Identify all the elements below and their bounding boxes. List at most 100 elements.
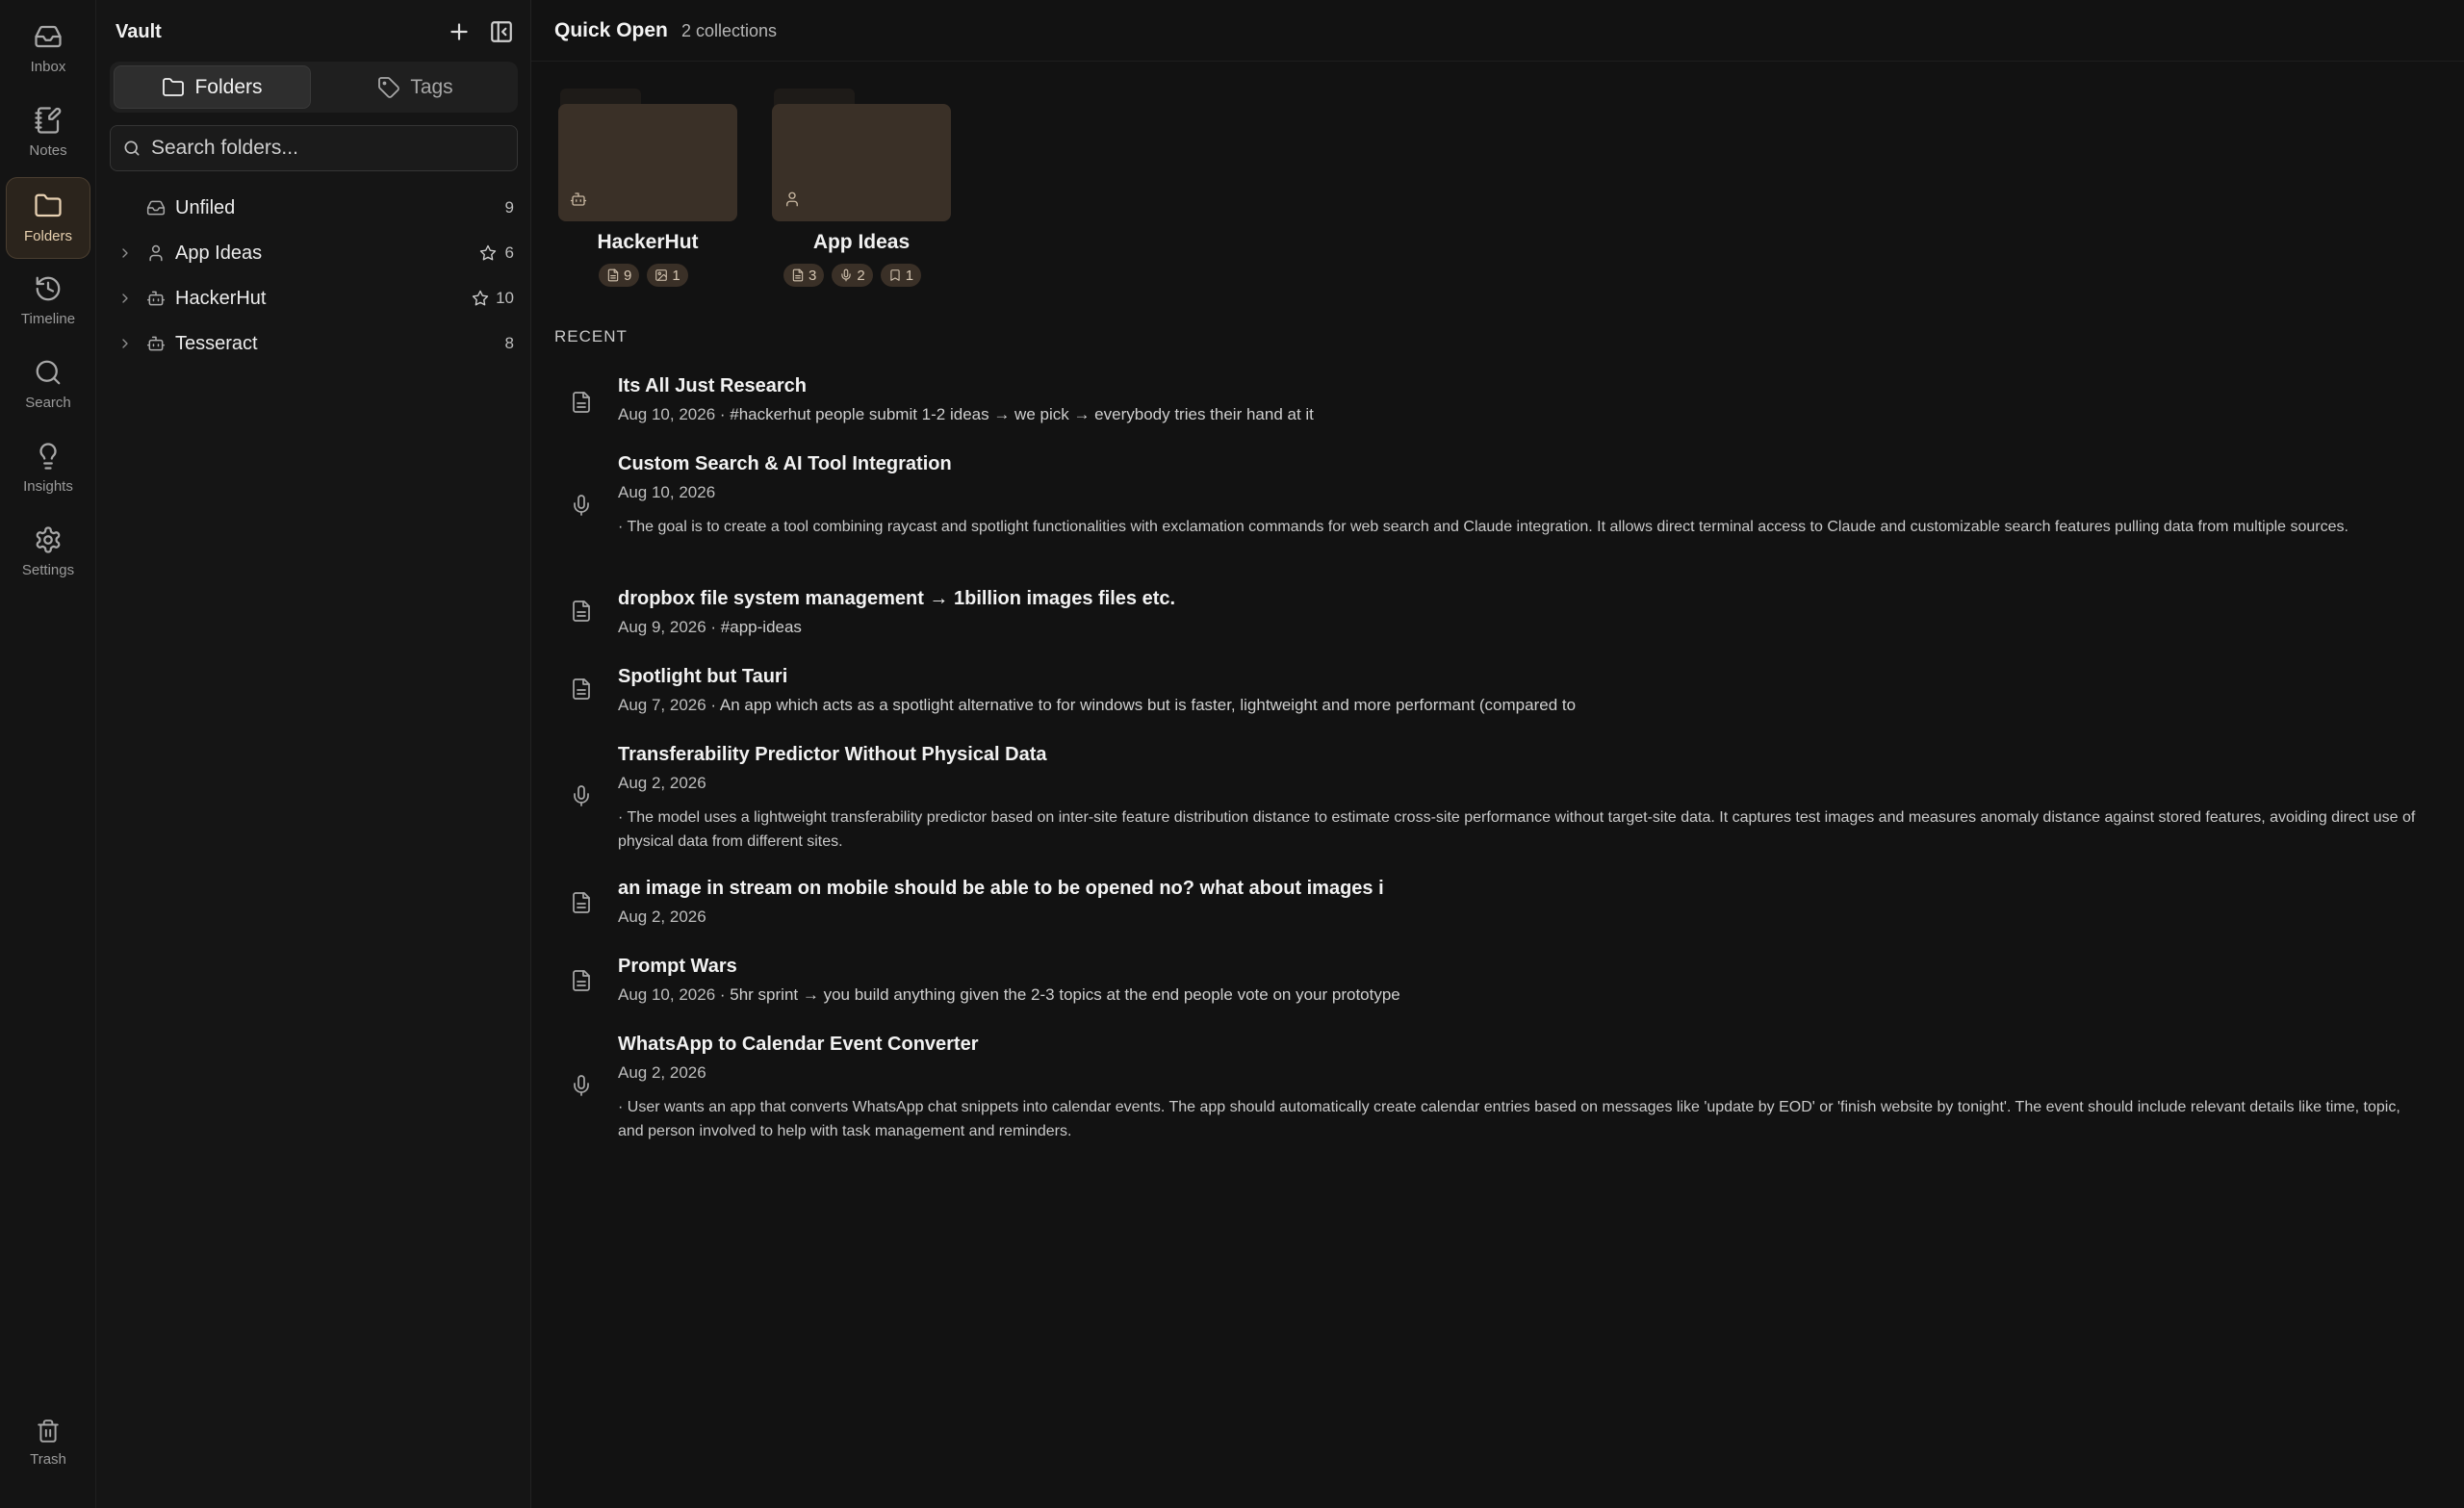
- user-icon: [146, 243, 166, 263]
- tree-item-hackerhut[interactable]: HackerHut 10: [110, 279, 518, 318]
- document-icon: [606, 268, 620, 282]
- image-count-badge: 1: [647, 264, 688, 287]
- tree-item-label: App Ideas: [175, 242, 263, 264]
- search-icon: [34, 358, 63, 387]
- tree-item-tesseract[interactable]: Tesseract 8: [110, 324, 518, 363]
- recent-item-date: Aug 10, 2026: [618, 405, 716, 423]
- document-icon: [570, 677, 593, 701]
- bot-icon: [146, 334, 166, 353]
- rail-item-notes[interactable]: Notes: [6, 91, 90, 173]
- rail-item-search[interactable]: Search: [6, 344, 90, 425]
- tab-label: Tags: [410, 75, 453, 98]
- recent-section-label: RECENT: [554, 327, 628, 345]
- main-header: Quick Open 2 collections: [531, 0, 2464, 62]
- lightbulb-icon: [34, 442, 63, 471]
- rail-item-trash[interactable]: Trash: [6, 1419, 90, 1486]
- recent-item[interactable]: WhatsApp to Calendar Event Converter Aug…: [531, 1034, 2464, 1145]
- tree-item-count: 9: [504, 198, 514, 217]
- rail-label: Insights: [23, 478, 73, 495]
- collection-count: 2 collections: [681, 21, 778, 40]
- history-icon: [34, 274, 63, 303]
- recent-item[interactable]: Custom Search & AI Tool Integration Aug …: [531, 453, 2464, 565]
- tree-item-unfiled[interactable]: Unfiled 9: [110, 189, 518, 227]
- recent-item[interactable]: dropbox file system management → 1billio…: [531, 588, 2464, 646]
- image-icon: [654, 268, 668, 282]
- rail-item-timeline[interactable]: Timeline: [6, 260, 90, 342]
- rail-item-insights[interactable]: Insights: [6, 427, 90, 509]
- document-count-badge: 3: [783, 264, 825, 287]
- chevron-right-icon[interactable]: [117, 245, 133, 261]
- collection-name: App Ideas: [812, 231, 911, 253]
- recent-item-snippet: · #hackerhut people submit 1-2 ideas → w…: [715, 405, 1314, 423]
- recent-item-summary: · The model uses a lightweight transfera…: [618, 809, 2416, 850]
- document-icon: [791, 268, 805, 282]
- recent-item-snippet: · An app which acts as a spotlight alter…: [706, 696, 1577, 714]
- document-icon: [570, 969, 593, 992]
- recent-item[interactable]: an image in stream on mobile should be a…: [531, 878, 2464, 935]
- gear-icon: [34, 525, 63, 554]
- rail-item-folders[interactable]: Folders: [6, 177, 90, 259]
- document-icon: [570, 891, 593, 914]
- folder-icon: [162, 76, 185, 99]
- rail-label: Inbox: [30, 59, 66, 75]
- recent-item-meta: Aug 7, 2026 · An app which acts as a spo…: [618, 696, 1576, 715]
- inbox-icon: [34, 22, 63, 51]
- nav-rail: Inbox Notes Folders Timeline Search Insi…: [0, 0, 96, 1508]
- recent-item-snippet: · #app-ideas: [706, 618, 802, 636]
- recent-item[interactable]: Spotlight but Tauri Aug 7, 2026 · An app…: [531, 666, 2464, 724]
- recent-item[interactable]: Transferability Predictor Without Physic…: [531, 744, 2464, 856]
- tree-item-label: Tesseract: [175, 332, 258, 354]
- star-icon[interactable]: [479, 244, 497, 262]
- rail-label: Trash: [30, 1451, 66, 1468]
- recent-item-meta: Aug 2, 2026: [618, 1063, 706, 1083]
- recent-item-meta: Aug 9, 2026 · #app-ideas: [618, 618, 802, 637]
- add-folder-button[interactable]: [447, 19, 472, 44]
- recent-item-title: WhatsApp to Calendar Event Converter: [618, 1034, 979, 1055]
- rail-item-settings[interactable]: Settings: [6, 511, 90, 593]
- recent-item-meta: Aug 10, 2026 · #hackerhut people submit …: [618, 405, 1314, 424]
- bookmark-count-badge: 1: [880, 264, 922, 287]
- tab-folders[interactable]: Folders: [114, 65, 311, 109]
- chevron-right-icon[interactable]: [117, 336, 133, 351]
- recent-item-title: Transferability Predictor Without Physic…: [618, 744, 1047, 765]
- tree-item-label: HackerHut: [175, 287, 267, 309]
- notes-icon: [34, 106, 63, 135]
- rail-item-inbox[interactable]: Inbox: [6, 8, 90, 89]
- tree-item-app-ideas[interactable]: App Ideas 6: [110, 234, 518, 272]
- recent-item-date: Aug 2, 2026: [618, 907, 706, 926]
- chevron-right-icon[interactable]: [117, 291, 133, 306]
- collection-badges: 3 2 1: [783, 264, 922, 287]
- tree-item-label: Unfiled: [175, 196, 236, 218]
- star-icon[interactable]: [472, 290, 489, 307]
- recent-item-date: Aug 10, 2026: [618, 483, 716, 501]
- document-icon: [570, 600, 593, 623]
- plus-icon: [447, 19, 472, 44]
- recent-item-meta: Aug 10, 2026: [618, 483, 715, 502]
- recent-item[interactable]: Prompt Wars Aug 10, 2026 · 5hr sprint → …: [531, 956, 2464, 1013]
- recent-item-summary: · User wants an app that converts WhatsA…: [618, 1099, 2400, 1139]
- page-title: Quick Open: [554, 19, 668, 41]
- rail-label: Timeline: [20, 311, 76, 327]
- recent-item-date: Aug 7, 2026: [618, 696, 706, 714]
- microphone-icon: [570, 1074, 593, 1097]
- recent-item-title: dropbox file system management → 1billio…: [618, 588, 1176, 609]
- collapse-sidebar-button[interactable]: [489, 19, 514, 44]
- search-folders-input[interactable]: [151, 137, 517, 160]
- tab-tags[interactable]: Tags: [317, 65, 514, 109]
- document-count-badge: 9: [599, 264, 640, 287]
- tree-item-count: 6: [504, 243, 514, 262]
- folder-icon: [34, 192, 63, 220]
- recent-item-date: Aug 2, 2026: [618, 1063, 706, 1082]
- recent-item-date: Aug 2, 2026: [618, 774, 706, 792]
- sidebar-toggle-icon: [489, 19, 514, 44]
- inbox-icon: [146, 198, 166, 217]
- recent-item[interactable]: Its All Just Research Aug 10, 2026 · #ha…: [531, 375, 2464, 433]
- collection-badges: 9 1: [599, 264, 688, 287]
- voice-note-count-badge: 2: [832, 264, 873, 287]
- folder-sidebar: Vault Folders Tags Unfiled 9 App Ideas 6: [96, 0, 531, 1508]
- rail-label: Settings: [21, 562, 75, 578]
- rail-label: Folders: [23, 228, 73, 244]
- quick-open-panel: Quick Open 2 collections HackerHut 9 1 A…: [531, 0, 2464, 1508]
- recent-item-meta: Aug 2, 2026: [618, 907, 706, 927]
- recent-item-title: Custom Search & AI Tool Integration: [618, 453, 952, 474]
